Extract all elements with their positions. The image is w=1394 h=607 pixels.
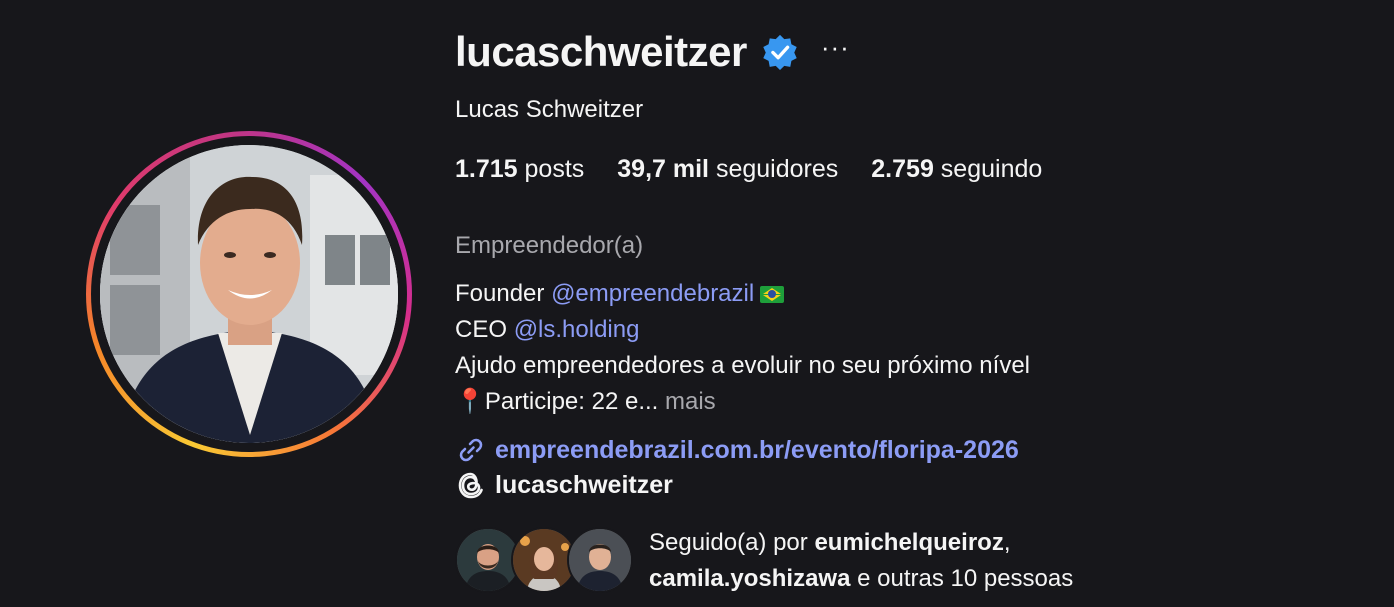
follower-avatar-3-graphic xyxy=(569,529,631,591)
website-link-text[interactable]: empreendebrazil.com.br/evento/floripa-20… xyxy=(495,436,1019,465)
bio-founder-label: Founder xyxy=(455,280,545,307)
posts-stat: 1.715 posts xyxy=(455,155,584,184)
profile-full-name: Lucas Schweitzer xyxy=(455,96,644,123)
link-icon xyxy=(459,438,483,462)
followers-stat[interactable]: 39,7 mil seguidores xyxy=(617,155,838,184)
followed-by-suffix: e outras 10 pessoas xyxy=(857,565,1074,592)
followers-count: 39,7 mil xyxy=(617,155,710,183)
bio-ceo-label: CEO xyxy=(455,316,508,343)
bio-line-description: Ajudo empreendedores a evoluir no seu pr… xyxy=(455,352,1031,379)
verified-badge-icon xyxy=(763,34,797,71)
posts-label: posts xyxy=(524,155,585,183)
bio-line-participe: 📍Participe: 22 e... mais xyxy=(455,384,1030,420)
bio-participe-text: Participe: 22 e... xyxy=(484,388,659,415)
following-count: 2.759 xyxy=(871,155,934,183)
followed-by-prefix: Seguido(a) por xyxy=(649,529,808,556)
profile-website-link[interactable]: empreendebrazil.com.br/evento/floripa-20… xyxy=(455,434,1019,466)
followed-by-user-eumichelqueiroz[interactable]: eumichelqueiroz xyxy=(814,529,1003,556)
avatar-gap xyxy=(91,136,407,452)
brazil-flag-icon xyxy=(760,286,785,304)
profile-username: lucaschweitzer xyxy=(455,28,747,75)
pin-icon: 📍 xyxy=(455,388,485,415)
profile-avatar-ring[interactable] xyxy=(86,131,412,457)
threads-handle[interactable]: lucaschweitzer xyxy=(495,471,673,500)
mention-empreendebrazil-link[interactable]: @empreendebrazil xyxy=(551,280,754,307)
following-label: seguindo xyxy=(940,155,1043,183)
avatar-photo-graphic xyxy=(100,145,398,443)
bio-line-founder: Founder @empreendebrazil xyxy=(455,276,1030,312)
followers-label: seguidores xyxy=(715,155,839,183)
profile-stats: 1.715 posts 39,7 mil seguidores 2.759 se… xyxy=(455,155,1075,184)
mention-lsholding-link[interactable]: @ls.holding xyxy=(514,316,640,343)
bio-line-ceo: CEO @ls.holding xyxy=(455,312,1030,348)
followed-by-text: Seguido(a) por eumichelqueiroz, camila.y… xyxy=(649,525,1073,597)
follower-avatar-2-graphic xyxy=(513,529,575,591)
threads-profile-link[interactable]: lucaschweitzer xyxy=(455,469,673,501)
profile-bio: Founder @empreendebrazil CEO @ls.holding… xyxy=(455,276,1030,420)
profile-category: Empreendedor(a) xyxy=(455,232,644,259)
bio-more-button[interactable]: mais xyxy=(665,388,716,415)
profile-header: lucaschweitzer ··· xyxy=(455,28,850,76)
following-stat[interactable]: 2.759 seguindo xyxy=(871,155,1042,184)
posts-count: 1.715 xyxy=(455,155,518,183)
followed-by-section[interactable]: Seguido(a) por eumichelqueiroz, camila.y… xyxy=(455,527,1073,597)
followed-by-user-camilayoshizawa[interactable]: camila.yoshizawa xyxy=(649,565,850,592)
profile-avatar[interactable] xyxy=(100,145,398,443)
threads-icon xyxy=(458,472,483,499)
comma: , xyxy=(1003,529,1011,556)
more-options-button[interactable]: ··· xyxy=(821,34,850,60)
follower-avatar-1-graphic xyxy=(457,529,519,591)
follower-avatar[interactable] xyxy=(567,527,633,593)
